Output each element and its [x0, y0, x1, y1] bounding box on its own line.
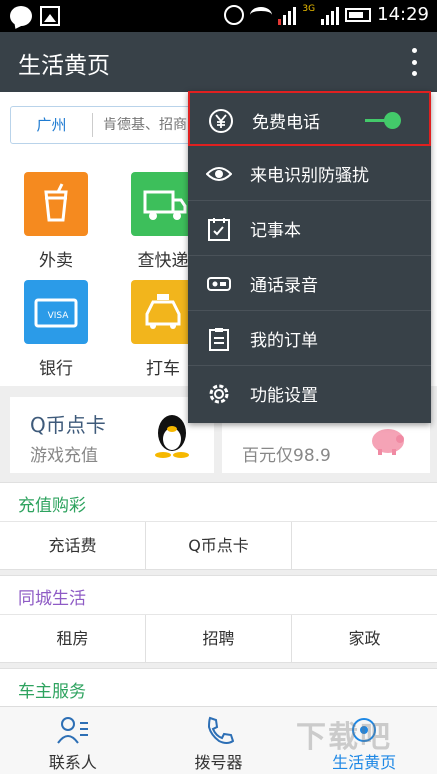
section-row-local-life: 租房 招聘 家政 [0, 615, 437, 663]
menu-item-label: 我的订单 [250, 331, 318, 351]
menu-item-settings[interactable]: 功能设置 [188, 366, 431, 421]
menu-item-label: 通话录音 [250, 276, 318, 296]
menu-item-label: 功能设置 [250, 386, 318, 406]
section-title: 车主服务 [18, 682, 86, 702]
section-title: 同城生活 [18, 589, 86, 609]
grid-item-label: 外卖 [39, 251, 73, 271]
yuan-icon [208, 108, 234, 134]
grid-item-bank[interactable]: VISA 银行 [6, 280, 106, 379]
card-icon: VISA [24, 280, 88, 344]
menu-item-notepad[interactable]: 记事本 [188, 201, 431, 256]
section-item-housekeeping[interactable]: 家政 [292, 615, 437, 662]
menu-item-free-call[interactable]: 免费电话 [188, 91, 431, 146]
notepad-icon [206, 216, 232, 242]
status-bar: 3G 14:29 [0, 0, 437, 32]
truck-icon [131, 172, 195, 236]
section-item-jobs[interactable]: 招聘 [146, 615, 292, 662]
menu-item-label: 免费电话 [252, 113, 320, 133]
page-title: 生活黄页 [18, 53, 110, 79]
section-item-empty [292, 522, 437, 569]
phone-icon [204, 715, 234, 749]
signal-icon [278, 5, 297, 25]
nav-dialer[interactable]: 拨号器 [146, 707, 292, 774]
contacts-icon [56, 715, 90, 749]
menu-item-label: 记事本 [250, 221, 301, 241]
svg-text:VISA: VISA [48, 311, 70, 321]
watermark: 下载吧 [296, 720, 392, 755]
recorder-icon [206, 271, 232, 297]
menu-item-label: 来电识别防骚扰 [250, 166, 369, 186]
app-bar: 生活黄页 [0, 32, 437, 92]
gear-icon [206, 381, 232, 407]
promo-subtitle: 游戏充值 [30, 446, 98, 466]
alarm-icon [224, 4, 245, 25]
piggy-bank-icon [368, 419, 408, 459]
qq-penguin-icon [152, 411, 192, 459]
section-local-life: 同城生活 [0, 575, 437, 615]
menu-item-call-recording[interactable]: 通话录音 [188, 256, 431, 311]
menu-item-caller-id[interactable]: 来电识别防骚扰 [188, 146, 431, 201]
section-item-qcoin[interactable]: Q币点卡 [146, 522, 292, 569]
battery-icon [345, 7, 372, 22]
wifi-icon [250, 6, 273, 23]
promo-title: Q币点卡 [30, 413, 106, 437]
taxi-icon [131, 280, 195, 344]
nav-contacts[interactable]: 联系人 [0, 707, 146, 774]
signal-icon-2 [321, 5, 340, 25]
city-selector[interactable]: 广州 [11, 113, 93, 137]
nav-label: 联系人 [48, 753, 97, 772]
section-item-rent[interactable]: 租房 [0, 615, 146, 662]
section-recharge: 充值购彩 [0, 482, 437, 522]
overflow-menu: 免费电话 来电识别防骚扰 记事本 通话录音 我的订单 功能设置 [188, 91, 431, 423]
section-item-phone-bill[interactable]: 充话费 [0, 522, 146, 569]
order-icon [206, 326, 232, 352]
image-icon [40, 6, 60, 26]
section-row-recharge: 充话费 Q币点卡 [0, 522, 437, 570]
section-car-service: 车主服务 [0, 668, 437, 708]
free-call-toggle[interactable] [365, 112, 401, 129]
overflow-menu-button[interactable] [409, 48, 419, 76]
message-icon [10, 6, 32, 26]
section-title: 充值购彩 [18, 496, 86, 516]
menu-item-my-orders[interactable]: 我的订单 [188, 311, 431, 366]
grid-item-takeout[interactable]: 外卖 [6, 172, 106, 271]
promo-card-qcoin[interactable]: Q币点卡 游戏充值 [10, 397, 214, 473]
status-time: 14:29 [377, 4, 429, 25]
network-type: 3G [302, 3, 316, 14]
eye-icon [205, 161, 233, 187]
promo-subtitle: 百元仅98.9 [242, 446, 331, 466]
grid-item-label: 银行 [39, 359, 73, 379]
nav-label: 拨号器 [194, 753, 243, 772]
cup-icon [24, 172, 88, 236]
